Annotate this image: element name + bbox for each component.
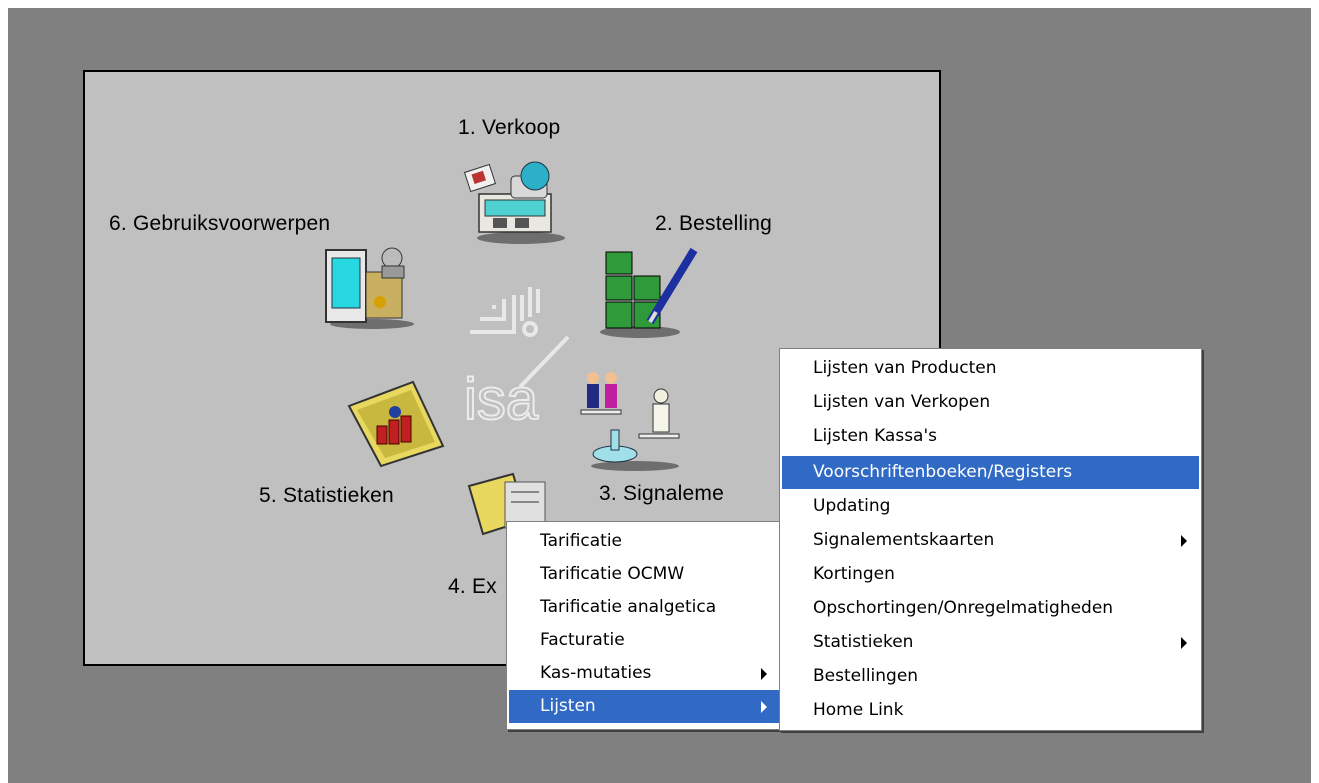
menu-item-voorschriftenboeken-registers[interactable]: Voorschriftenboeken/Registers: [782, 456, 1199, 489]
submenu-arrow-icon: [1181, 535, 1187, 547]
menu-item-opschortingen-onregelmatigheden[interactable]: Opschortingen/Onregelmatigheden: [782, 592, 1199, 625]
module-label-statistieken[interactable]: 5. Statistieken: [259, 484, 394, 508]
submenu-arrow-icon: [1181, 637, 1187, 649]
submenu-arrow-icon: [761, 701, 767, 713]
context-menu: Tarificatie Tarificatie OCMW Tarificatie…: [506, 521, 782, 730]
isa-logo-icon: isa: [463, 287, 570, 427]
submenu-arrow-icon: [761, 668, 767, 680]
verkoop-cash-register-icon[interactable]: [463, 154, 569, 246]
signalement-people-icon[interactable]: [575, 362, 695, 472]
gebruiksvoorwerpen-utensils-icon[interactable]: [322, 232, 422, 332]
module-label-extra[interactable]: 4. Ex: [448, 575, 497, 599]
menu-item-kortingen[interactable]: Kortingen: [782, 558, 1199, 591]
menu-item-home-link[interactable]: Home Link: [782, 694, 1199, 727]
menu-item-updating[interactable]: Updating: [782, 490, 1199, 523]
menu-item-bestellingen[interactable]: Bestellingen: [782, 660, 1199, 693]
menu-item-tarificatie[interactable]: Tarificatie: [509, 525, 779, 558]
menu-item-lijsten-van-verkopen[interactable]: Lijsten van Verkopen: [782, 386, 1199, 419]
isa-logo-text: isa: [464, 367, 539, 427]
menu-item-lijsten-kassas[interactable]: Lijsten Kassa's: [782, 420, 1199, 453]
statistieken-chart-icon[interactable]: [343, 376, 453, 468]
menu-item-tarificatie-ocmw[interactable]: Tarificatie OCMW: [509, 558, 779, 591]
menu-item-lijsten[interactable]: Lijsten: [509, 690, 779, 723]
menu-item-lijsten-van-producten[interactable]: Lijsten van Producten: [782, 352, 1199, 385]
menu-item-kas-mutaties[interactable]: Kas-mutaties: [509, 657, 779, 690]
lijsten-submenu: Lijsten van Producten Lijsten van Verkop…: [779, 348, 1202, 731]
module-label-bestelling[interactable]: 2. Bestelling: [655, 212, 772, 236]
module-label-verkoop[interactable]: 1. Verkoop: [458, 116, 560, 140]
bestelling-order-boxes-icon[interactable]: [600, 244, 700, 340]
menu-item-tarificatie-analgetica[interactable]: Tarificatie analgetica: [509, 591, 779, 624]
module-label-signalement[interactable]: 3. Signaleme: [599, 482, 724, 506]
menu-item-signalementskaarten[interactable]: Signalementskaarten: [782, 524, 1199, 557]
menu-item-statistieken[interactable]: Statistieken: [782, 626, 1199, 659]
module-label-gebruiksvoorwerpen[interactable]: 6. Gebruiksvoorwerpen: [109, 212, 330, 236]
menu-item-facturatie[interactable]: Facturatie: [509, 624, 779, 657]
